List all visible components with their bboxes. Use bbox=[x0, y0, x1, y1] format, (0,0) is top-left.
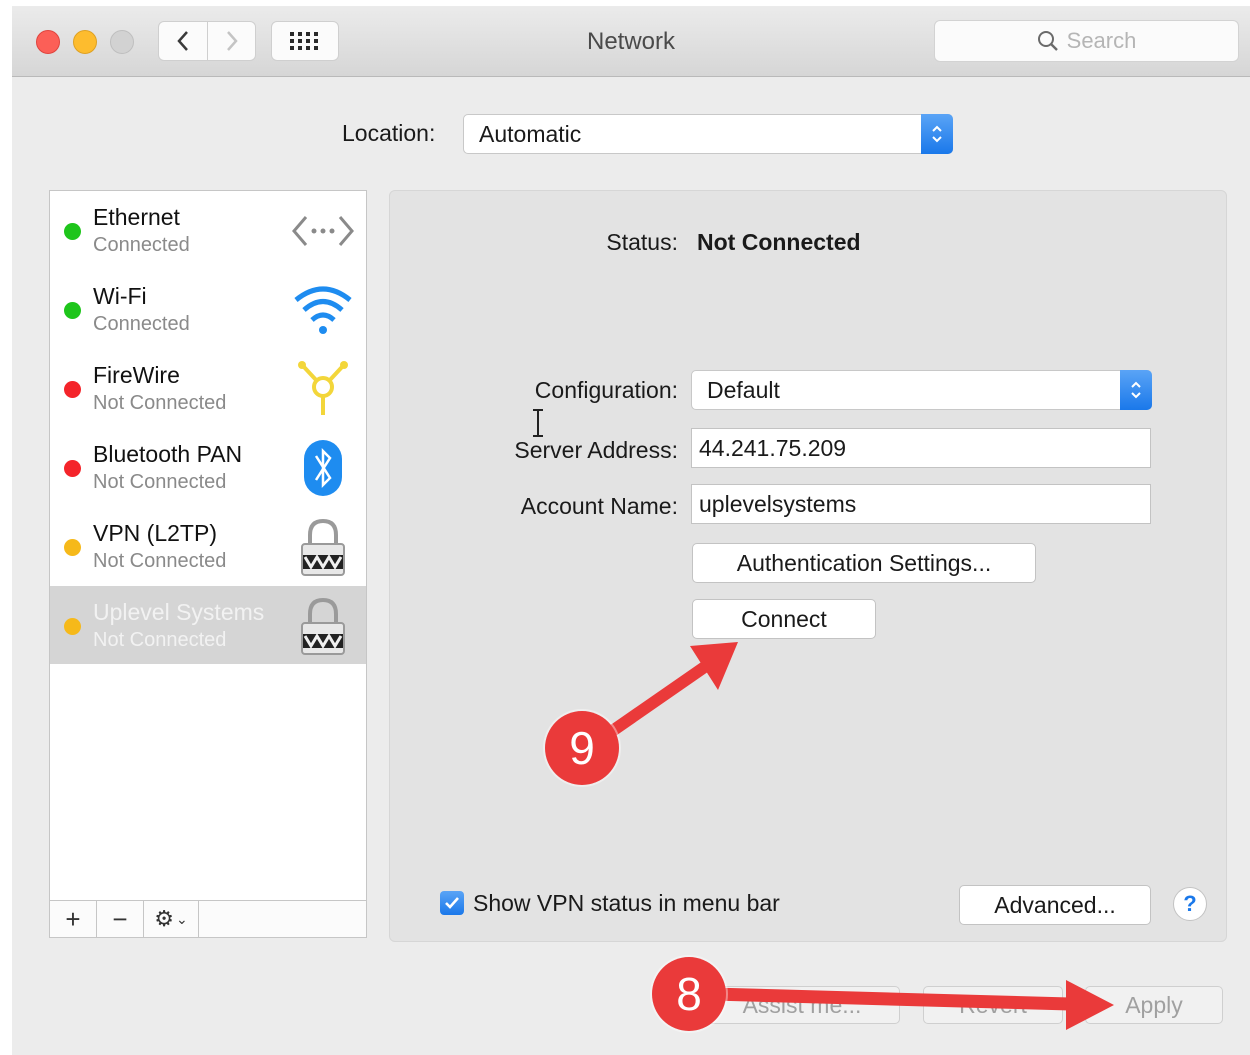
lock-icon bbox=[301, 597, 345, 655]
remove-service-button[interactable]: − bbox=[97, 901, 144, 937]
service-status: Not Connected bbox=[93, 550, 227, 572]
wifi-icon bbox=[294, 286, 352, 334]
assist-me-button[interactable]: Assist me... bbox=[704, 986, 900, 1024]
account-name-label: Account Name: bbox=[520, 493, 678, 519]
search-placeholder: Search bbox=[1066, 28, 1137, 53]
service-name: FireWire bbox=[93, 362, 180, 388]
service-name: Wi-Fi bbox=[93, 283, 147, 309]
ethernet-icon bbox=[292, 216, 354, 246]
annotation-badge-9: 9 bbox=[545, 711, 619, 785]
status-label: Status: bbox=[606, 229, 678, 255]
status-dot bbox=[64, 618, 81, 635]
service-name: VPN (L2TP) bbox=[93, 520, 217, 546]
bluetooth-icon bbox=[304, 440, 342, 496]
assist-me-label: Assist me... bbox=[742, 991, 862, 1018]
configuration-label: Configuration: bbox=[534, 377, 678, 403]
service-status: Not Connected bbox=[93, 629, 227, 651]
text-cursor-icon bbox=[533, 409, 543, 437]
title-bar: Network Search bbox=[12, 6, 1250, 77]
show-vpn-status-label: Show VPN status in menu bar bbox=[473, 890, 780, 916]
location-label: Location: bbox=[342, 120, 436, 146]
status-value: Not Connected bbox=[697, 229, 861, 255]
status-dot bbox=[64, 460, 81, 477]
service-status: Connected bbox=[93, 313, 190, 335]
search-field[interactable]: Search bbox=[934, 20, 1239, 62]
chevron-down-icon: ⌄ bbox=[176, 910, 188, 927]
server-address-label: Server Address: bbox=[514, 437, 678, 463]
configuration-value: Default bbox=[707, 376, 780, 403]
service-status: Not Connected bbox=[93, 471, 227, 493]
revert-button[interactable]: Revert bbox=[923, 986, 1063, 1024]
show-vpn-status-checkbox[interactable] bbox=[440, 891, 464, 915]
annotation-badge-8: 8 bbox=[652, 957, 726, 1031]
search-icon bbox=[1037, 31, 1058, 51]
apply-label: Apply bbox=[1125, 991, 1183, 1018]
authentication-settings-button[interactable]: Authentication Settings... bbox=[692, 543, 1036, 583]
service-status: Not Connected bbox=[93, 392, 227, 414]
advanced-button[interactable]: Advanced... bbox=[959, 885, 1151, 925]
service-actions-button[interactable]: ⚙ ⌄ bbox=[144, 901, 199, 937]
location-value: Automatic bbox=[479, 120, 582, 147]
add-service-button[interactable]: + bbox=[50, 901, 97, 937]
checkmark-icon bbox=[445, 897, 459, 909]
connect-button[interactable]: Connect bbox=[692, 599, 876, 639]
revert-label: Revert bbox=[959, 991, 1027, 1018]
firewire-icon bbox=[298, 361, 348, 415]
service-item-wifi[interactable]: Wi-Fi Connected bbox=[50, 270, 366, 348]
service-list: Ethernet Connected Wi-Fi Connected FireW… bbox=[49, 190, 367, 938]
service-item-ethernet[interactable]: Ethernet Connected bbox=[50, 191, 366, 269]
network-preferences-window: Network Search Location: Automatic Ether… bbox=[12, 6, 1250, 1055]
service-item-uplevel-systems[interactable]: Uplevel Systems Not Connected bbox=[50, 586, 366, 664]
location-popup[interactable]: Automatic bbox=[463, 114, 953, 154]
service-item-vpn-l2tp[interactable]: VPN (L2TP) Not Connected bbox=[50, 507, 366, 585]
configuration-popup[interactable]: Default bbox=[691, 370, 1152, 410]
service-item-firewire[interactable]: FireWire Not Connected bbox=[50, 349, 366, 427]
service-name: Uplevel Systems bbox=[93, 599, 265, 625]
server-address-field[interactable]: 44.241.75.209 bbox=[691, 428, 1151, 468]
status-dot bbox=[64, 302, 81, 319]
service-list-toolbar: + − ⚙ ⌄ bbox=[50, 900, 366, 937]
updown-arrows-icon bbox=[921, 114, 953, 154]
status-dot bbox=[64, 539, 81, 556]
service-name: Bluetooth PAN bbox=[93, 441, 243, 467]
apply-button[interactable]: Apply bbox=[1085, 986, 1223, 1024]
gear-icon: ⚙ bbox=[154, 906, 174, 931]
help-button[interactable]: ? bbox=[1173, 887, 1207, 921]
lock-icon bbox=[301, 518, 345, 576]
service-item-bluetooth-pan[interactable]: Bluetooth PAN Not Connected bbox=[50, 428, 366, 506]
status-dot bbox=[64, 223, 81, 240]
updown-arrows-icon bbox=[1120, 370, 1152, 410]
account-name-field[interactable]: uplevelsystems bbox=[691, 484, 1151, 524]
service-status: Connected bbox=[93, 234, 190, 256]
vpn-detail-panel: Status: Not Connected Configuration: Def… bbox=[389, 190, 1227, 942]
status-dot bbox=[64, 381, 81, 398]
service-name: Ethernet bbox=[93, 204, 180, 230]
